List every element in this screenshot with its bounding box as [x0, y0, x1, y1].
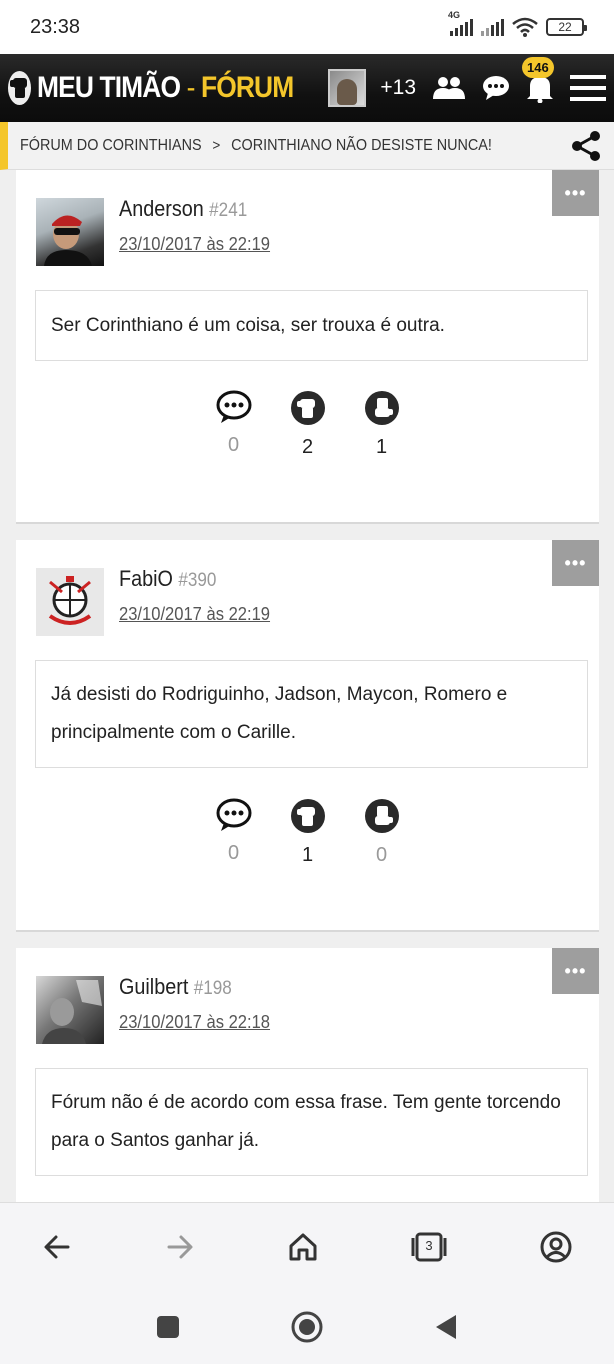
- post-card: ••• Guilbert #198 23/10/2017 às 22:18 Fór…: [16, 948, 599, 1202]
- site-logo[interactable]: MEU TIMÃO - FÓRUM: [37, 71, 294, 105]
- logo-separator: -: [180, 71, 202, 104]
- system-nav-bar: [0, 1290, 614, 1364]
- reply-action[interactable]: 0: [216, 390, 252, 459]
- back-icon[interactable]: [42, 1232, 72, 1262]
- share-icon[interactable]: [570, 130, 602, 167]
- dislike-action[interactable]: 1: [364, 390, 400, 459]
- like-count: 1: [301, 844, 314, 866]
- breadcrumb-forum-link[interactable]: FÓRUM DO CORINTHIANS: [20, 137, 202, 154]
- like-action[interactable]: 2: [290, 390, 326, 459]
- network-type: 4G: [448, 10, 461, 20]
- post-actions: 0 1 0: [16, 798, 599, 867]
- post-author-rank: #198: [193, 978, 232, 999]
- post-body: Ser Corinthiano é um coisa, ser trouxa é…: [35, 290, 588, 361]
- tab-count: 3: [425, 1237, 433, 1253]
- recents-icon[interactable]: [156, 1315, 180, 1339]
- post-author-rank: #241: [209, 200, 248, 221]
- post-body: Já desisti do Rodriguinho, Jadson, Mayco…: [35, 660, 588, 768]
- post-body: Fórum não é de acordo com essa frase. Te…: [35, 1068, 588, 1176]
- dislike-action[interactable]: 0: [364, 798, 400, 867]
- forward-icon[interactable]: [165, 1232, 195, 1262]
- post-author-name[interactable]: Anderson: [119, 196, 204, 221]
- reply-count: 0: [227, 842, 240, 864]
- account-icon[interactable]: [540, 1231, 572, 1263]
- app-header: MEU TIMÃO - FÓRUM +13 146: [0, 54, 614, 122]
- breadcrumb-separator: >: [212, 136, 221, 154]
- signal-4g-icon: 4G: [448, 10, 473, 36]
- avatar[interactable]: [36, 198, 104, 266]
- home-button-icon[interactable]: [291, 1311, 323, 1343]
- like-action[interactable]: 1: [290, 798, 326, 867]
- like-count: 2: [301, 436, 314, 458]
- menu-icon[interactable]: [570, 74, 606, 102]
- logo-main: MEU TIMÃO: [37, 71, 181, 104]
- users-icon[interactable]: [432, 76, 466, 100]
- dislike-count: 1: [375, 436, 388, 458]
- dislike-fist-icon[interactable]: [364, 798, 400, 834]
- breadcrumb-topic-link[interactable]: CORINTHIANO NÃO DESISTE NUNCA!: [231, 137, 492, 154]
- browser-toolbar: 3: [0, 1202, 614, 1290]
- logo-forum: FÓRUM: [201, 71, 294, 104]
- notification-badge: 146: [522, 57, 554, 78]
- reply-count: 0: [227, 434, 240, 456]
- header-actions: +13 146: [328, 57, 606, 107]
- breadcrumb: FÓRUM DO CORINTHIANS > CORINTHIANO NÃO DES…: [0, 122, 614, 170]
- online-extra-count[interactable]: +13: [380, 76, 416, 100]
- posts-feed[interactable]: ••• Anderson #241 23/10/2017 às 22:19 Ser…: [0, 170, 614, 1202]
- post-author[interactable]: Anderson #241: [119, 196, 247, 222]
- home-icon[interactable]: [288, 1232, 318, 1262]
- signal-icon: [481, 18, 504, 36]
- status-time: 23:38: [30, 15, 81, 38]
- post-author-name[interactable]: FabiO: [119, 566, 173, 591]
- status-icons: 4G 22: [448, 10, 587, 37]
- chat-icon[interactable]: [482, 75, 510, 101]
- avatar[interactable]: [36, 568, 104, 636]
- reply-icon[interactable]: [216, 798, 252, 832]
- post-date[interactable]: 23/10/2017 às 22:19: [119, 604, 270, 625]
- reply-action[interactable]: 0: [216, 798, 252, 867]
- bell-icon[interactable]: 146: [522, 57, 554, 103]
- back-triangle-icon[interactable]: [434, 1314, 458, 1340]
- post-author-rank: #390: [178, 570, 217, 591]
- dislike-fist-icon[interactable]: [364, 390, 400, 426]
- dislike-count: 0: [375, 844, 388, 866]
- like-fist-icon[interactable]: [290, 390, 326, 426]
- post-more-button[interactable]: •••: [552, 948, 599, 994]
- post-author[interactable]: Guilbert #198: [119, 974, 232, 1000]
- post-card: ••• Anderson #241 23/10/2017 às 22:19 Ser…: [16, 170, 599, 524]
- like-fist-icon[interactable]: [290, 798, 326, 834]
- post-card: ••• FabiO #390 23/10/2017 às 22:19 Já des…: [16, 540, 599, 932]
- reply-icon[interactable]: [216, 390, 252, 424]
- wifi-icon: [512, 17, 538, 37]
- breadcrumb-trail: FÓRUM DO CORINTHIANS > CORINTHIANO NÃO DES…: [20, 137, 492, 155]
- post-date[interactable]: 23/10/2017 às 22:19: [119, 234, 270, 255]
- tabs-icon[interactable]: 3: [411, 1232, 447, 1262]
- post-author[interactable]: FabiO #390: [119, 566, 216, 592]
- post-actions: 0 2 1: [16, 390, 599, 459]
- post-author-name[interactable]: Guilbert: [119, 974, 188, 999]
- online-user-avatar[interactable]: [328, 69, 367, 107]
- battery-level: 22: [558, 20, 572, 34]
- post-date[interactable]: 23/10/2017 às 22:18: [119, 1012, 270, 1033]
- fist-logo-icon[interactable]: [8, 71, 32, 105]
- avatar[interactable]: [36, 976, 104, 1044]
- post-more-button[interactable]: •••: [552, 170, 599, 216]
- status-bar: 23:38 4G 22: [0, 0, 614, 54]
- battery-icon: 22: [546, 18, 587, 36]
- post-more-button[interactable]: •••: [552, 540, 599, 586]
